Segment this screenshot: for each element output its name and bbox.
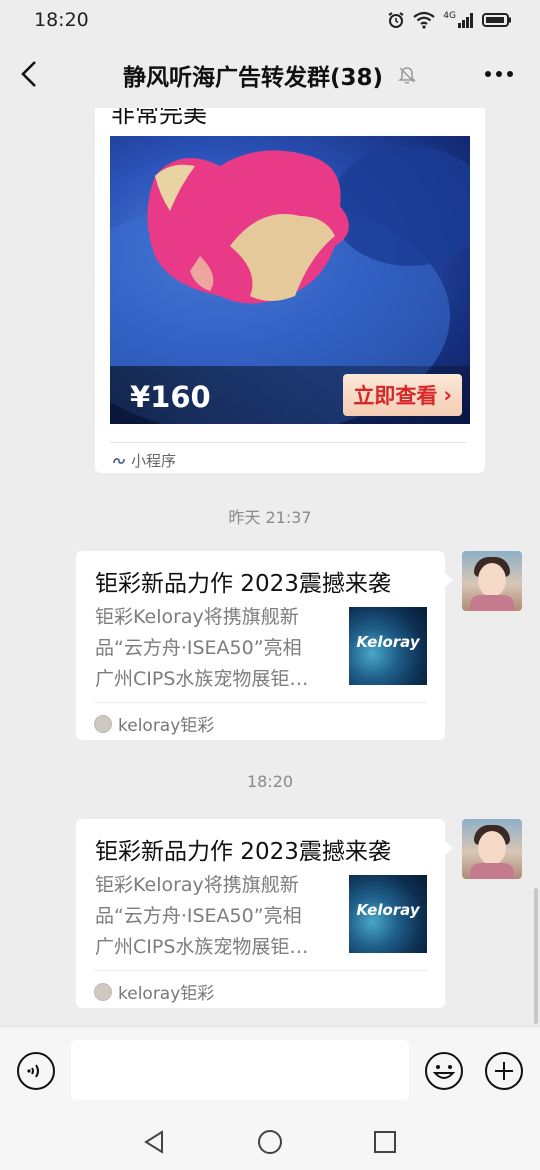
status-time: 18:20	[34, 9, 89, 31]
mini-program-tag-label: 小程序	[131, 452, 177, 470]
view-now-label: 立即查看	[353, 384, 438, 408]
article-thumbnail: Keloray	[349, 607, 427, 685]
article-title: 钜彩新品力作 2023震撼来袭	[95, 839, 391, 865]
article-source-name: keloray钜彩	[118, 984, 215, 1004]
alarm-icon	[388, 12, 404, 28]
article-card[interactable]: 钜彩新品力作 2023震撼来袭 钜彩Keloray将携旗舰新 品“云方舟·ISE…	[76, 551, 453, 740]
status-icons: 4G	[387, 11, 512, 29]
article-source: keloray钜彩	[94, 711, 214, 736]
article-title: 钜彩新品力作 2023震撼来袭	[95, 571, 391, 597]
mini-program-icon	[113, 457, 125, 464]
message-list[interactable]: 非常完美 ¥160 立即查看 › 小程序 昨天 21:37 钜彩新品力作 202…	[0, 108, 540, 1026]
system-recents-icon[interactable]	[371, 1128, 399, 1156]
status-bar: 18:20 4G	[0, 0, 540, 40]
source-logo-icon	[94, 982, 112, 1001]
input-bar	[0, 1026, 540, 1112]
avatar-body	[470, 595, 514, 611]
thumbnail-logo-text: Keloray	[356, 633, 420, 651]
article-desc-line: 广州CIPS水族宠物展钜…	[95, 936, 309, 958]
article-desc-line: 钜彩Keloray将携旗舰新	[95, 606, 299, 628]
chat-title-wrap: 静风听海广告转发群(38)	[0, 58, 540, 92]
divider	[110, 442, 467, 443]
thumbnail-logo-text: Keloray	[356, 901, 420, 919]
avatar[interactable]	[462, 551, 522, 611]
article-desc-line: 钜彩Keloray将携旗舰新	[95, 874, 299, 896]
divider	[94, 970, 427, 971]
coral-product-image[interactable]: ¥160 立即查看 ›	[110, 136, 470, 424]
avatar-body	[470, 863, 514, 879]
more-icon[interactable]	[484, 70, 514, 78]
article-desc-line: 品“云方舟·ISEA50”亮相	[95, 905, 302, 927]
avatar[interactable]	[462, 819, 522, 879]
chat-header: 静风听海广告转发群(38)	[0, 40, 540, 108]
chat-title: 静风听海广告转发群(38)	[122, 65, 384, 91]
battery-icon	[482, 13, 511, 27]
mute-icon	[398, 67, 416, 84]
timestamp: 18:20	[246, 772, 294, 791]
system-navigation-bar	[0, 1112, 540, 1170]
article-source-name: keloray钜彩	[118, 716, 215, 736]
network-type: 4G	[443, 11, 456, 21]
system-home-icon[interactable]	[256, 1128, 284, 1156]
source-logo-icon	[94, 714, 112, 733]
view-now-button[interactable]: 立即查看 ›	[343, 374, 462, 416]
article-desc-line: 广州CIPS水族宠物展钜…	[95, 668, 309, 690]
chevron-right-icon: ›	[443, 383, 452, 407]
article-thumbnail: Keloray	[349, 875, 427, 953]
article-description: 钜彩Keloray将携旗舰新 品“云方舟·ISEA50”亮相 广州CIPS水族宠…	[95, 870, 335, 963]
emoji-icon[interactable]	[424, 1051, 464, 1091]
voice-icon[interactable]	[16, 1051, 56, 1091]
divider	[94, 702, 427, 703]
wifi-icon	[413, 11, 435, 29]
timestamp: 昨天 21:37	[228, 508, 312, 527]
avatar-face	[478, 831, 506, 865]
avatar-face	[478, 563, 506, 597]
message-input[interactable]	[71, 1040, 409, 1100]
article-description: 钜彩Keloray将携旗舰新 品“云方舟·ISEA50”亮相 广州CIPS水族宠…	[95, 602, 335, 695]
article-source: keloray钜彩	[94, 979, 214, 1004]
signal-icon	[458, 13, 473, 28]
mini-program-price: ¥160	[130, 380, 211, 414]
article-desc-line: 品“云方舟·ISEA50”亮相	[95, 637, 302, 659]
article-card[interactable]: 钜彩新品力作 2023震撼来袭 钜彩Keloray将携旗舰新 品“云方舟·ISE…	[76, 819, 453, 1008]
plus-icon[interactable]	[484, 1051, 524, 1091]
scrollbar[interactable]	[534, 888, 538, 1024]
system-back-icon[interactable]	[141, 1128, 169, 1156]
mini-program-tag: 小程序	[112, 450, 176, 471]
mini-program-title: 非常完美	[111, 108, 207, 128]
mini-program-card[interactable]: 非常完美 ¥160 立即查看 › 小程序	[95, 108, 485, 473]
